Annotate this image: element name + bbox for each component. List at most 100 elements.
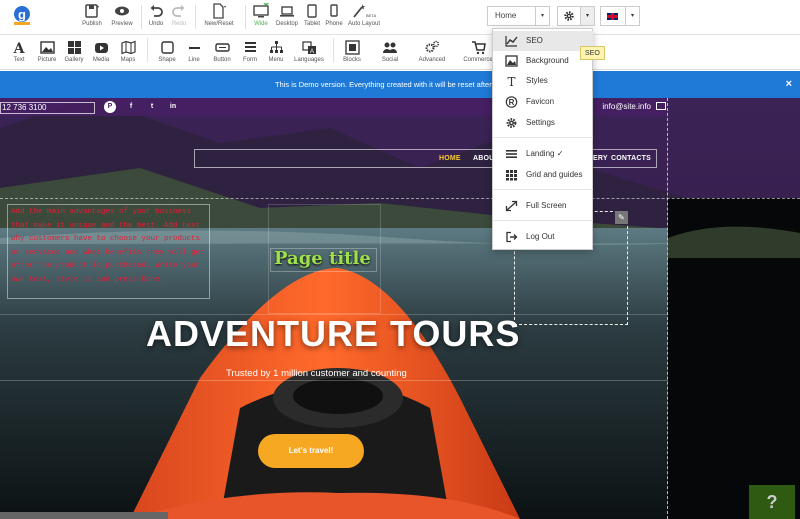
beta-badge: BETA <box>366 13 376 18</box>
nav-contacts[interactable]: CONTACTS <box>611 155 651 162</box>
svg-text:T: T <box>507 75 515 87</box>
site-email[interactable]: info@site.info <box>602 102 651 111</box>
view-desktop-label: Desktop <box>275 21 298 27</box>
insert-button-label: Button <box>213 57 231 63</box>
image-icon <box>39 41 55 54</box>
svg-text:A: A <box>309 49 313 55</box>
view-wide-button[interactable]: Wide <box>251 3 271 33</box>
phone-icon <box>330 4 338 17</box>
wand-icon: BETA <box>353 4 376 18</box>
menu-item-settings[interactable]: Settings <box>493 113 593 133</box>
menu-divider <box>493 220 593 221</box>
pencil-icon[interactable]: ✎ <box>615 211 628 224</box>
svg-text:A: A <box>13 41 26 55</box>
insert-gallery-label: Gallery <box>64 57 84 63</box>
site-phone[interactable]: 12 736 3100 <box>0 102 95 114</box>
insert-text-label: Text <box>13 57 25 63</box>
translate-icon: A <box>301 41 316 55</box>
scrollbar[interactable] <box>0 512 168 519</box>
gallery-icon <box>67 41 81 54</box>
mail-icon <box>656 102 666 110</box>
insert-social-button[interactable]: Social <box>378 40 402 68</box>
linkedin-icon[interactable]: in <box>167 101 179 113</box>
hero-title[interactable]: ADVENTURE TOURS <box>146 313 520 355</box>
publish-button[interactable]: ▾ Publish <box>80 3 104 33</box>
hero-subtitle[interactable]: Trusted by 1 million customer and counti… <box>226 368 407 379</box>
auto-layout-label: Auto Layout <box>347 21 381 27</box>
view-desktop-button[interactable]: Desktop <box>275 3 299 33</box>
menu-item-label: Landing ✓ <box>526 149 564 158</box>
insert-maps-button[interactable]: Maps <box>117 40 139 68</box>
menu-item-background[interactable]: Background <box>493 51 593 71</box>
site-canvas[interactable]: 12 736 3100 P f t in info@site.info HOME… <box>0 98 800 519</box>
view-phone-button[interactable]: Phone <box>324 3 344 33</box>
pinterest-icon[interactable]: P <box>104 101 116 113</box>
insert-picture-label: Picture <box>37 57 57 63</box>
insert-menu-label: Menu <box>268 57 284 63</box>
insert-commerce-button[interactable]: Commerce <box>461 40 495 68</box>
redo-button[interactable]: Redo <box>169 3 189 33</box>
registered-icon: R <box>505 96 518 108</box>
close-icon[interactable]: × <box>786 71 792 98</box>
toolbar-divider <box>195 5 196 29</box>
menu-item-fullscreen[interactable]: Full Screen <box>493 196 593 216</box>
help-button[interactable]: ? <box>749 485 795 519</box>
menu-item-logout[interactable]: Log Out <box>493 227 593 247</box>
settings-menu-button[interactable]: ▾ <box>557 6 595 26</box>
demo-banner-text: This is Demo version. Everything created… <box>274 80 526 89</box>
font-style-icon: T <box>507 75 515 87</box>
insert-languages-button[interactable]: A Languages <box>292 40 326 68</box>
layout-guide <box>0 380 668 381</box>
seo-tooltip: SEO <box>580 46 605 60</box>
view-tablet-button[interactable]: Tablet <box>302 3 322 33</box>
page-title[interactable]: Page title <box>274 248 371 269</box>
menu-lines-icon <box>506 150 517 158</box>
insert-button-button[interactable]: Button <box>210 40 234 68</box>
language-select[interactable]: ▾ <box>600 6 640 26</box>
insert-picture-button[interactable]: Picture <box>35 40 59 68</box>
page-select[interactable]: Home ▾ <box>487 6 550 26</box>
image-icon <box>505 55 518 67</box>
text-block[interactable]: Add the main advantages of your business… <box>7 204 210 299</box>
gear-icon <box>564 11 574 21</box>
publish-label: Publish <box>82 21 102 27</box>
menu-item-seo[interactable]: SEO <box>493 31 593 51</box>
insert-text-button[interactable]: A Text <box>8 40 30 68</box>
square-icon <box>160 41 174 54</box>
users-icon <box>383 42 397 53</box>
menu-item-label: Log Out <box>526 232 555 241</box>
insert-menu-button[interactable]: Menu <box>265 40 287 68</box>
insert-media-label: Media <box>92 57 110 63</box>
nav-gallery[interactable]: ERY <box>593 155 608 162</box>
twitter-icon[interactable]: t <box>146 101 158 113</box>
insert-blocks-button[interactable]: Blocks <box>340 40 364 68</box>
preview-button[interactable]: Preview <box>109 3 135 33</box>
settings-dropdown-menu: SEO Background T Styles R Favicon Settin… <box>492 28 593 250</box>
map-icon <box>120 40 136 55</box>
svg-text:R: R <box>509 98 515 107</box>
menu-item-label: SEO <box>526 36 543 45</box>
logo-icon[interactable]: g <box>12 4 32 26</box>
insert-form-button[interactable]: Form <box>239 40 261 68</box>
menu-item-favicon[interactable]: R Favicon <box>493 92 593 112</box>
insert-shape-button[interactable]: Shape <box>156 40 178 68</box>
insert-social-label: Social <box>381 57 399 63</box>
insert-gallery-button[interactable]: Gallery <box>62 40 86 68</box>
redo-icon <box>172 5 185 17</box>
cta-button[interactable]: Let's travel! <box>258 434 364 468</box>
logout-icon <box>506 231 518 243</box>
insert-line-button[interactable]: Line <box>184 40 204 68</box>
menu-item-styles[interactable]: T Styles <box>493 71 593 91</box>
menu-item-landing[interactable]: Landing ✓ <box>493 144 593 164</box>
new-reset-button[interactable]: ▾ New/Reset <box>201 3 237 33</box>
auto-layout-button[interactable]: BETA Auto Layout <box>346 3 382 33</box>
insert-media-button[interactable]: Media <box>90 40 112 68</box>
insert-advanced-button[interactable]: Advanced <box>417 40 447 68</box>
menu-item-grid[interactable]: Grid and guides <box>493 165 593 185</box>
nav-home[interactable]: HOME <box>439 155 461 162</box>
toolbar-divider <box>245 5 246 29</box>
menu-item-label: Full Screen <box>526 201 567 210</box>
menu-divider <box>493 137 593 138</box>
facebook-icon[interactable]: f <box>125 101 137 113</box>
undo-button[interactable]: Undo <box>146 3 166 33</box>
